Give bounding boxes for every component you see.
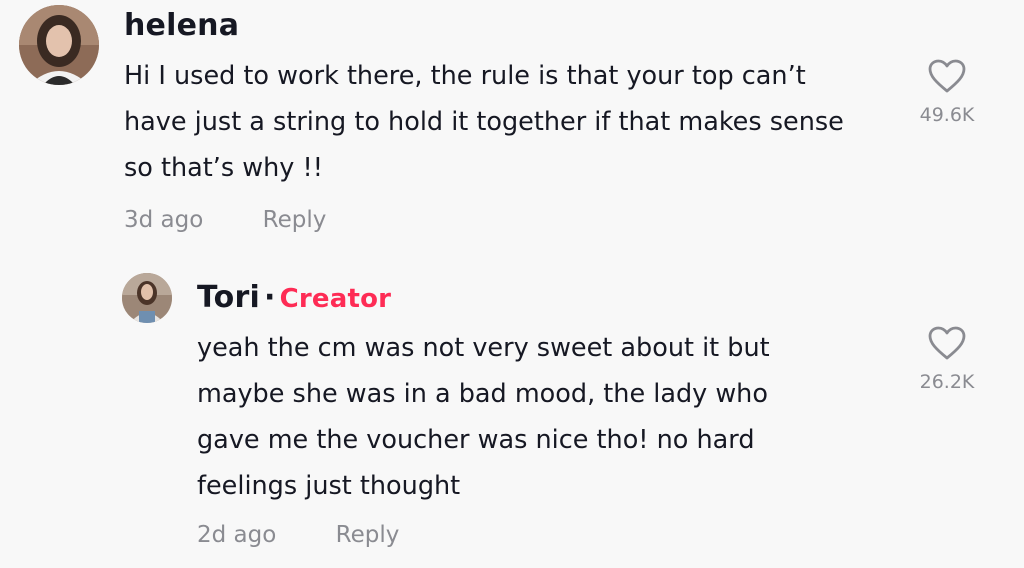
reply-button[interactable]: Reply xyxy=(336,522,400,548)
creator-badge: Creator xyxy=(279,284,392,314)
avatar-image xyxy=(19,5,99,85)
comment-timestamp: 3d ago xyxy=(124,207,204,233)
avatar[interactable] xyxy=(122,273,172,323)
avatar-image xyxy=(122,273,172,323)
like-button[interactable]: 49.6K xyxy=(902,58,992,126)
comment-timestamp: 2d ago xyxy=(197,522,277,548)
like-count: 49.6K xyxy=(919,104,975,126)
reply-button[interactable]: Reply xyxy=(263,207,327,233)
comment-text: yeah the cm was not very sweet about it … xyxy=(197,333,770,501)
comment-meta: 3d ago Reply xyxy=(124,207,326,233)
heart-outline-icon xyxy=(928,59,966,93)
comment-meta: 2d ago Reply xyxy=(197,522,399,548)
heart-outline-icon xyxy=(928,326,966,360)
comment-text: Hi I used to work there, the rule is tha… xyxy=(124,61,844,183)
separator-dot: · xyxy=(263,280,276,315)
comment-username[interactable]: helena xyxy=(124,8,239,43)
avatar[interactable] xyxy=(19,5,99,85)
like-button[interactable]: 26.2K xyxy=(902,325,992,393)
username-text[interactable]: Tori xyxy=(197,280,260,315)
username-text[interactable]: helena xyxy=(124,8,239,43)
comment-username: Tori · Creator xyxy=(197,280,391,315)
like-count: 26.2K xyxy=(919,371,975,393)
